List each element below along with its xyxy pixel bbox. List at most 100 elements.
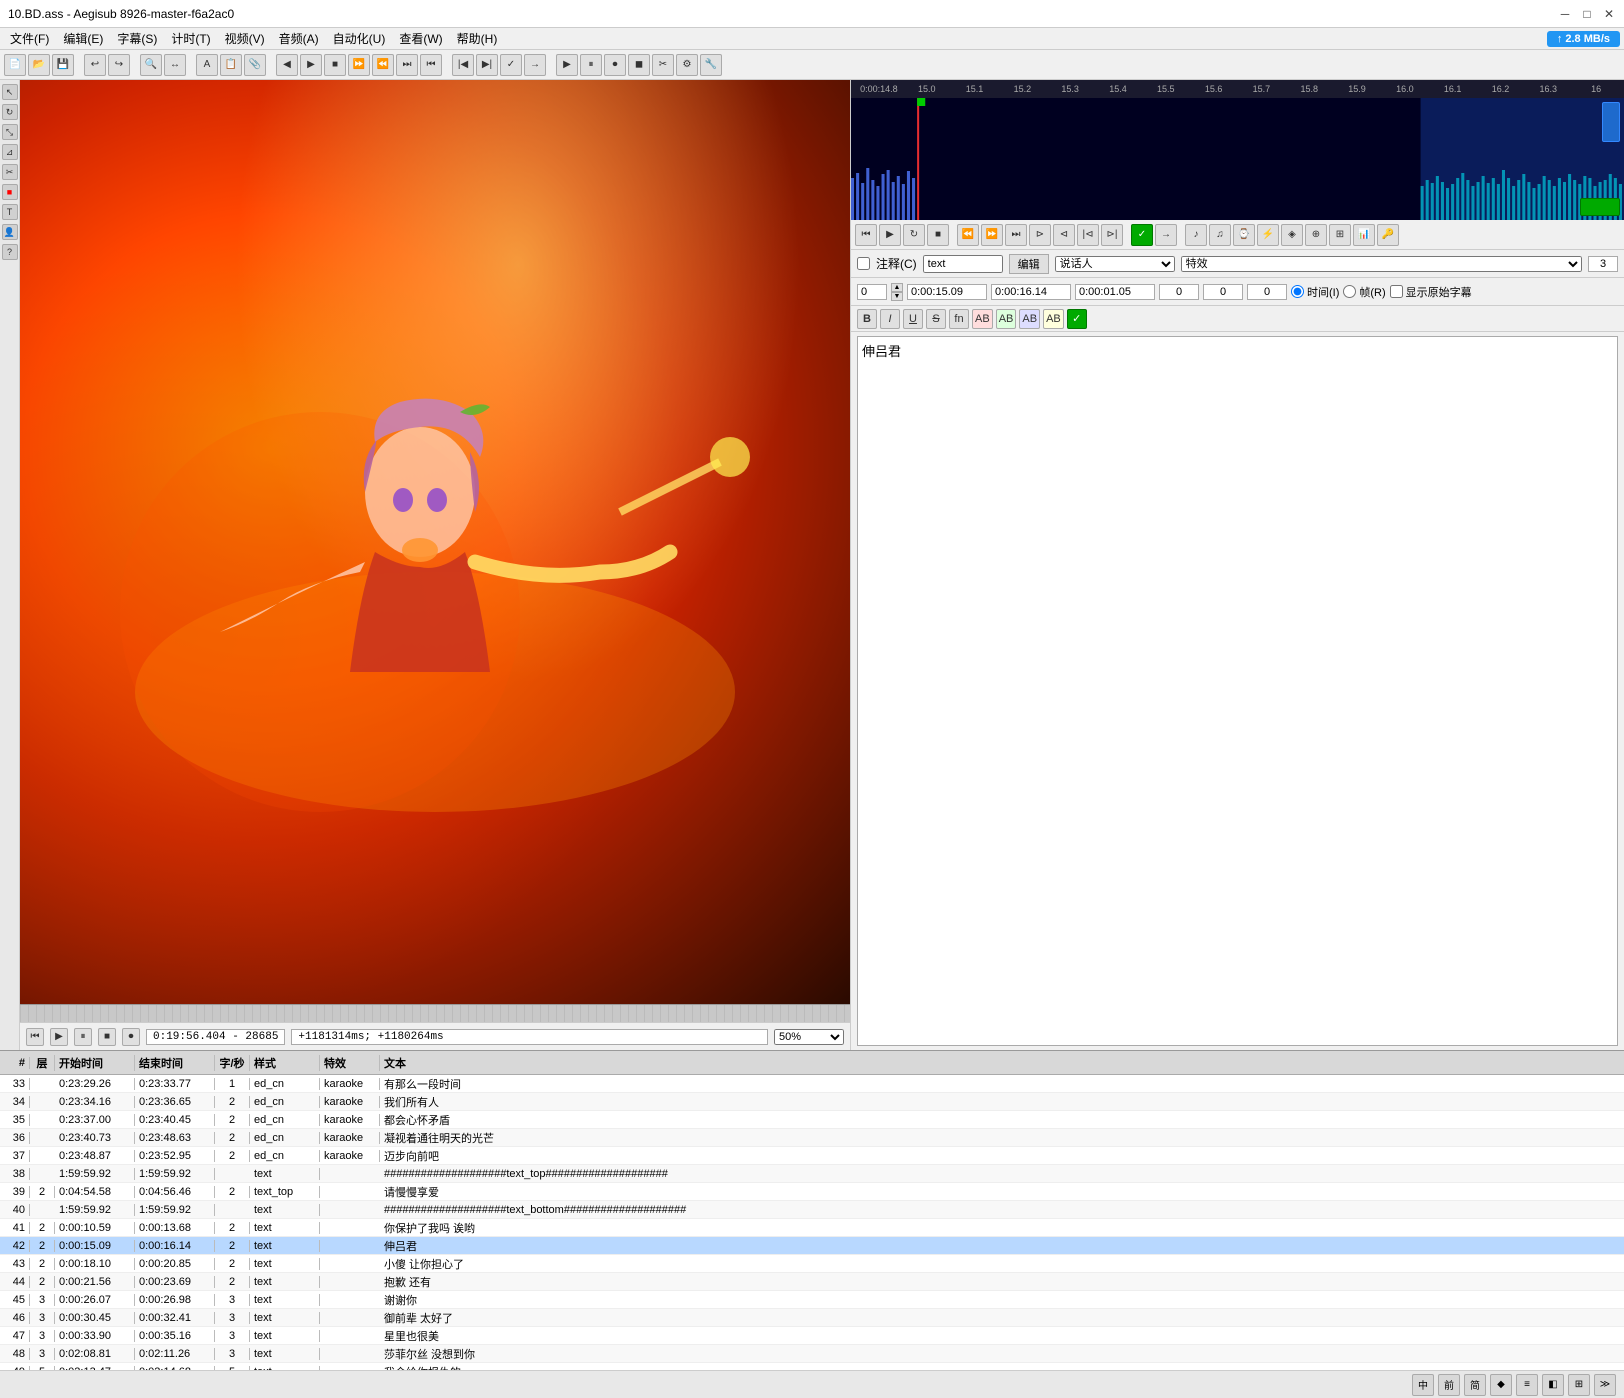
list-row[interactable]: 43 2 0:00:18.10 0:00:20.85 2 text 小傻 让你担… bbox=[0, 1255, 1624, 1273]
status-btn-5[interactable]: ≡ bbox=[1516, 1374, 1538, 1396]
status-btn-6[interactable]: ◧ bbox=[1542, 1374, 1564, 1396]
tb-open[interactable]: 📂 bbox=[28, 54, 50, 76]
end-time-input[interactable] bbox=[991, 284, 1071, 300]
tc-play-before[interactable]: ⊲ bbox=[1053, 224, 1075, 246]
list-row[interactable]: 39 2 0:04:54.58 0:04:56.46 2 text_top 请慢… bbox=[0, 1183, 1624, 1201]
tool-select[interactable]: ↖ bbox=[2, 84, 18, 100]
actor-select[interactable]: 说话人 bbox=[1055, 256, 1175, 272]
text-editor[interactable]: 伸吕君 bbox=[857, 336, 1618, 1046]
bold-button[interactable]: B bbox=[857, 309, 877, 329]
list-row[interactable]: 33 0:23:29.26 0:23:33.77 1 ed_cn karaoke… bbox=[0, 1075, 1624, 1093]
waveform-zoom-btn[interactable] bbox=[1580, 198, 1620, 216]
tb-video5[interactable]: ✂ bbox=[652, 54, 674, 76]
list-row[interactable]: 45 3 0:00:26.07 0:00:26.98 3 text 谢谢你 bbox=[0, 1291, 1624, 1309]
radio-frame[interactable] bbox=[1343, 285, 1356, 298]
list-row[interactable]: 44 2 0:00:21.56 0:00:23.69 2 text 抱歉 还有 bbox=[0, 1273, 1624, 1291]
ab-color2-button[interactable]: AB bbox=[996, 309, 1017, 329]
list-row[interactable]: 34 0:23:34.16 0:23:36.65 2 ed_cn karaoke… bbox=[0, 1093, 1624, 1111]
pause-button[interactable]: ⏸ bbox=[74, 1028, 92, 1046]
tc-step-fwd[interactable]: ⊳| bbox=[1101, 224, 1123, 246]
close-button[interactable]: ✕ bbox=[1602, 7, 1616, 21]
tc-karaoke5[interactable]: ◈ bbox=[1281, 224, 1303, 246]
tc-play[interactable]: ▶ bbox=[879, 224, 901, 246]
comment-checkbox[interactable] bbox=[857, 257, 870, 270]
status-btn-7[interactable]: ⊞ bbox=[1568, 1374, 1590, 1396]
tool-person[interactable]: 👤 bbox=[2, 224, 18, 240]
duration-input[interactable] bbox=[1075, 284, 1155, 300]
tb-btn4[interactable]: ⏩ bbox=[348, 54, 370, 76]
tc-karaoke8[interactable]: 📊 bbox=[1353, 224, 1375, 246]
tool-rotate[interactable]: ↻ bbox=[2, 104, 18, 120]
tb-btn7[interactable]: ⏮ bbox=[420, 54, 442, 76]
tc-play-500ms[interactable]: ⊳ bbox=[1029, 224, 1051, 246]
margin-l-input[interactable] bbox=[1159, 284, 1199, 300]
tb-btn2[interactable]: ▶ bbox=[300, 54, 322, 76]
effect-select[interactable]: 特效 bbox=[1181, 256, 1582, 272]
menu-audio[interactable]: 音频(A) bbox=[273, 29, 325, 48]
list-row[interactable]: 41 2 0:00:10.59 0:00:13.68 2 text 你保护了我吗… bbox=[0, 1219, 1624, 1237]
tool-help[interactable]: ? bbox=[2, 244, 18, 260]
menu-edit[interactable]: 编辑(E) bbox=[57, 29, 109, 48]
layer-spin[interactable]: ▲▼ bbox=[891, 283, 903, 301]
play-button[interactable]: ▶ bbox=[50, 1028, 68, 1046]
tb-new[interactable]: 📄 bbox=[4, 54, 26, 76]
status-btn-8[interactable]: ≫ bbox=[1594, 1374, 1616, 1396]
tb-styles[interactable]: A bbox=[196, 54, 218, 76]
menu-automation[interactable]: 自动化(U) bbox=[327, 29, 392, 48]
tb-sync1[interactable]: |◀ bbox=[452, 54, 474, 76]
tc-karaoke4[interactable]: ⚡ bbox=[1257, 224, 1279, 246]
tb-btn6[interactable]: ⏭ bbox=[396, 54, 418, 76]
list-row[interactable]: 46 3 0:00:30.45 0:00:32.41 3 text 御前辈 太好… bbox=[0, 1309, 1624, 1327]
list-row[interactable]: 36 0:23:40.73 0:23:48.63 2 ed_cn karaoke… bbox=[0, 1129, 1624, 1147]
tb-undo[interactable]: ↩ bbox=[84, 54, 106, 76]
maximize-button[interactable]: □ bbox=[1580, 7, 1594, 21]
list-row[interactable]: 47 3 0:00:33.90 0:00:35.16 3 text 星里也很美 bbox=[0, 1327, 1624, 1345]
tool-shear[interactable]: ⊿ bbox=[2, 144, 18, 160]
comment-type-input[interactable] bbox=[923, 255, 1003, 273]
list-row[interactable]: 35 0:23:37.00 0:23:40.45 2 ed_cn karaoke… bbox=[0, 1111, 1624, 1129]
list-row[interactable]: 49 5 0:02:13.47 0:02:14.68 5 text 我会给你报仇… bbox=[0, 1363, 1624, 1370]
tc-accept[interactable]: ✓ bbox=[1131, 224, 1153, 246]
menu-help[interactable]: 帮助(H) bbox=[451, 29, 504, 48]
commit-button[interactable]: ✓ bbox=[1067, 309, 1087, 329]
menu-timing[interactable]: 计时(T) bbox=[165, 29, 216, 48]
tool-scale[interactable]: ⤡ bbox=[2, 124, 18, 140]
stop-button[interactable]: ■ bbox=[98, 1028, 116, 1046]
waveform-scroll-handle[interactable] bbox=[1602, 102, 1620, 142]
tc-prev-line[interactable]: ⏪ bbox=[957, 224, 979, 246]
tc-next-line[interactable]: ⏭ bbox=[1005, 224, 1027, 246]
list-row[interactable]: 37 0:23:48.87 0:23:52.95 2 ed_cn karaoke… bbox=[0, 1147, 1624, 1165]
fn-button[interactable]: fn bbox=[949, 309, 969, 329]
tb-sync2[interactable]: ▶| bbox=[476, 54, 498, 76]
tb-save[interactable]: 💾 bbox=[52, 54, 74, 76]
tb-sync4[interactable]: → bbox=[524, 54, 546, 76]
tb-redo[interactable]: ↪ bbox=[108, 54, 130, 76]
margin-v-input[interactable] bbox=[1247, 284, 1287, 300]
show-original-checkbox[interactable] bbox=[1390, 285, 1403, 298]
tc-step-back[interactable]: |⊲ bbox=[1077, 224, 1099, 246]
tb-attach[interactable]: 📎 bbox=[244, 54, 266, 76]
menu-video[interactable]: 视频(V) bbox=[219, 29, 271, 48]
radio-time[interactable] bbox=[1291, 285, 1304, 298]
tc-prev-frame[interactable]: ⏮ bbox=[855, 224, 877, 246]
tb-find[interactable]: 🔍 bbox=[140, 54, 162, 76]
tc-stop[interactable]: ■ bbox=[927, 224, 949, 246]
tb-replace[interactable]: ↔ bbox=[164, 54, 186, 76]
tool-text[interactable]: T bbox=[2, 204, 18, 220]
tc-karaoke9[interactable]: 🔑 bbox=[1377, 224, 1399, 246]
status-btn-1[interactable]: 中 bbox=[1412, 1374, 1434, 1396]
tb-properties[interactable]: 📋 bbox=[220, 54, 242, 76]
list-row[interactable]: 38 1:59:59.92 1:59:59.92 text ##########… bbox=[0, 1165, 1624, 1183]
margin-r-input[interactable] bbox=[1203, 284, 1243, 300]
audio-waveform[interactable]: 0:00:14.8 15.0 15.1 15.2 15.3 15.4 15.5 … bbox=[851, 80, 1624, 220]
menu-file[interactable]: 文件(F) bbox=[4, 29, 55, 48]
play-prev-button[interactable]: ⏮ bbox=[26, 1028, 44, 1046]
tb-btn1[interactable]: ◀ bbox=[276, 54, 298, 76]
tool-clip[interactable]: ✂ bbox=[2, 164, 18, 180]
effect-num-input[interactable] bbox=[1588, 256, 1618, 272]
tc-play-to-end[interactable]: ⏩ bbox=[981, 224, 1003, 246]
ab-color4-button[interactable]: AB bbox=[1043, 309, 1064, 329]
menu-subtitle[interactable]: 字幕(S) bbox=[111, 29, 163, 48]
underline-button[interactable]: U bbox=[903, 309, 923, 329]
tc-next[interactable]: → bbox=[1155, 224, 1177, 246]
